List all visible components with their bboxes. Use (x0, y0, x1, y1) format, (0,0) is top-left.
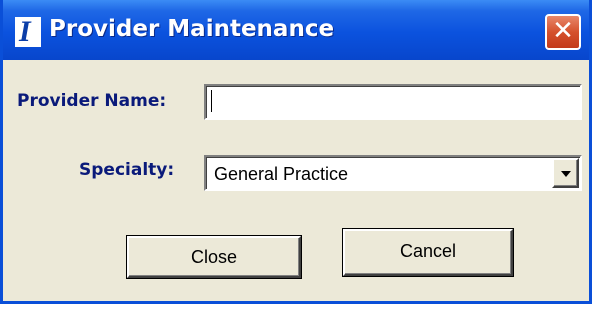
text-caret (211, 90, 212, 112)
close-icon[interactable]: ✕ (545, 14, 581, 50)
title-bar[interactable]: I Provider Maintenance ✕ (3, 0, 589, 60)
cancel-button[interactable]: Cancel (343, 229, 513, 276)
close-button[interactable]: Close (127, 236, 301, 278)
specialty-selected-value: General Practice (214, 164, 349, 184)
window-title: Provider Maintenance (49, 16, 335, 42)
provider-maintenance-dialog: I Provider Maintenance ✕ Provider Name: … (0, 0, 592, 304)
provider-name-label: Provider Name: (17, 91, 167, 111)
provider-name-input[interactable] (204, 84, 582, 120)
specialty-label: Specialty: (79, 160, 175, 180)
chevron-down-icon[interactable] (552, 158, 579, 188)
specialty-select[interactable]: General Practice (204, 155, 582, 191)
app-logo-icon: I (15, 15, 41, 48)
